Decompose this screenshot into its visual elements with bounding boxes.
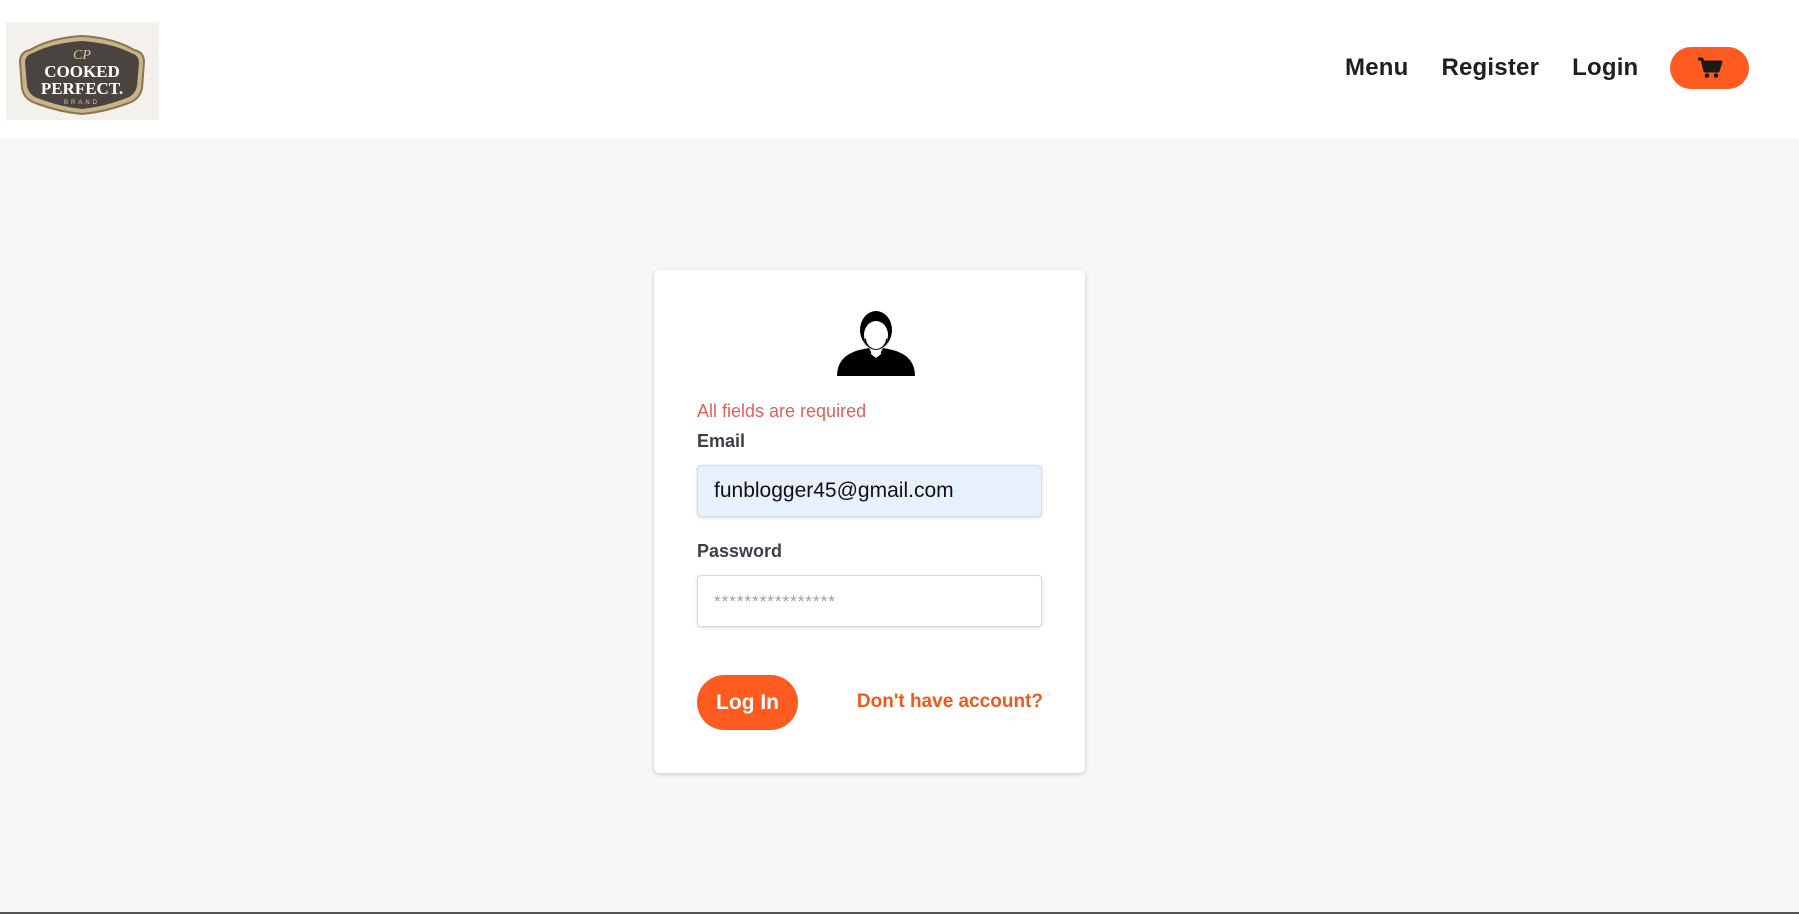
svg-text:CP: CP	[73, 48, 91, 63]
cooked-perfect-logo-icon: CP COOKED PERFECT. BRAND	[18, 34, 146, 116]
main-nav: Menu Register Login	[1330, 46, 1750, 90]
password-label: Password	[697, 541, 783, 561]
nav-register-link[interactable]: Register	[1441, 54, 1539, 82]
register-link[interactable]: Don't have account?	[857, 691, 1043, 713]
shopping-cart-icon	[1697, 57, 1723, 78]
form-error-message: All fields are required	[697, 401, 867, 421]
nav-menu-link[interactable]: Menu	[1345, 54, 1408, 82]
user-avatar-icon	[829, 304, 924, 387]
nav-login-link[interactable]: Login	[1572, 54, 1638, 82]
login-card: All fields are required Email Password L…	[654, 270, 1085, 773]
svg-text:BRAND: BRAND	[64, 100, 100, 106]
svg-text:PERFECT.: PERFECT.	[41, 79, 123, 98]
email-label: Email	[697, 431, 746, 451]
password-field[interactable]	[697, 575, 1042, 627]
site-header: CP COOKED PERFECT. BRAND Menu Register L…	[0, 0, 1799, 139]
cart-button[interactable]	[1670, 47, 1750, 89]
login-button[interactable]: Log In	[697, 675, 798, 730]
email-field[interactable]	[697, 465, 1042, 517]
brand-logo[interactable]: CP COOKED PERFECT. BRAND	[6, 22, 159, 120]
